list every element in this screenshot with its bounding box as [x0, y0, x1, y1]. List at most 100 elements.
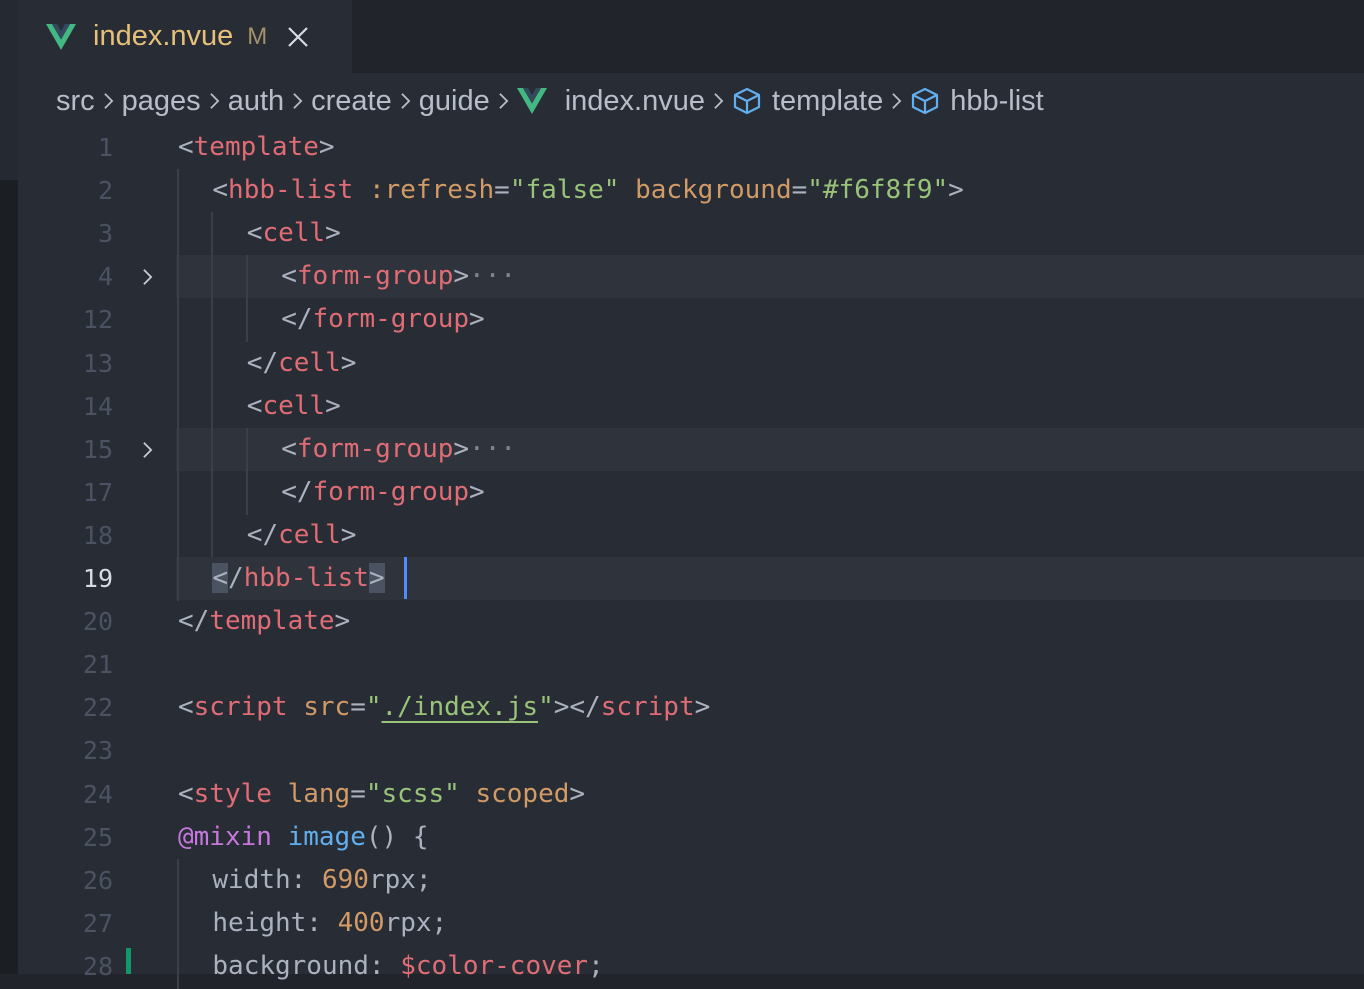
code-token: >	[368, 563, 385, 593]
code-token: cell	[278, 520, 341, 550]
line-number: 1	[97, 133, 113, 162]
code-token: 400	[337, 908, 385, 938]
code-line[interactable]: width: 690rpx;	[212, 859, 431, 902]
line-number: 22	[82, 693, 113, 722]
symbol-class-icon	[912, 87, 939, 115]
code-line[interactable]: <cell>	[247, 385, 341, 428]
line-number: 13	[82, 349, 113, 378]
breadcrumb-separator	[498, 92, 509, 110]
code-token: scoped	[475, 779, 570, 809]
code-line[interactable]: <form-group>···	[281, 428, 516, 471]
breadcrumb-item[interactable]: pages	[122, 85, 201, 118]
code-token: /	[228, 563, 244, 593]
line-number: 23	[82, 736, 113, 765]
indent-guide	[177, 255, 179, 299]
code-line[interactable]: </form-group>	[281, 471, 485, 514]
chevron-right-icon	[293, 93, 303, 109]
code-line[interactable]: </template>	[178, 600, 350, 643]
code-line[interactable]: background: $color-cover;	[212, 945, 603, 988]
code-token: =	[350, 779, 366, 809]
code-line[interactable]: <style lang="scss" scoped>	[178, 773, 585, 816]
code-token: >	[325, 391, 341, 421]
indent-guide	[211, 342, 214, 386]
code-token: height:	[212, 908, 338, 938]
code-line[interactable]: <cell>	[247, 212, 341, 255]
symbol-class-icon	[733, 87, 761, 115]
code-token: script	[193, 692, 288, 722]
code-token: >	[469, 477, 485, 507]
line-number: 3	[97, 219, 113, 248]
code-line[interactable]: </cell>	[247, 342, 357, 385]
code-line[interactable]: <template>	[178, 126, 335, 169]
code-token: "	[365, 692, 382, 722]
indent-guide	[211, 471, 214, 515]
chevron-right-icon	[143, 441, 153, 458]
breadcrumb-item[interactable]: create	[311, 85, 392, 118]
code-token: >	[340, 348, 357, 378]
text-cursor	[404, 557, 407, 599]
code-token: >	[325, 218, 341, 248]
code-token: cell	[262, 218, 326, 248]
chevron-right-icon	[892, 93, 902, 109]
fold-chevron-icon[interactable]	[142, 428, 160, 471]
indent-guide	[177, 212, 179, 256]
code-line[interactable]: <hbb-list :refresh="false" background="#…	[212, 169, 963, 212]
code-token: >	[569, 779, 586, 809]
breadcrumb-item[interactable]: hbb-list	[910, 85, 1044, 118]
code-line[interactable]: <script src="./index.js"></script>	[178, 686, 710, 729]
breadcrumb-item[interactable]: guide	[419, 85, 490, 118]
indent-guide	[245, 471, 248, 515]
breadcrumb-item[interactable]: src	[56, 85, 95, 118]
breadcrumb-item[interactable]: index.nvue	[516, 85, 705, 118]
editor-pane[interactable]: src pages auth create guide index.nvue templat…	[18, 73, 1364, 989]
code-line[interactable]: </cell>	[247, 514, 357, 557]
code-token: </	[281, 477, 313, 507]
code-line[interactable]: <form-group>···	[281, 255, 516, 298]
code-line[interactable]: @mixin image() {	[178, 816, 428, 859]
code-token: rpx;	[368, 865, 432, 895]
code-line[interactable]: </hbb-list>	[212, 557, 385, 600]
code-token: rpx;	[384, 908, 448, 938]
breadcrumb-label: src	[56, 84, 95, 117]
chevron-right-icon	[209, 93, 220, 109]
line-number: 21	[82, 650, 113, 679]
code-line[interactable]: </form-group>	[281, 298, 485, 341]
code-token: "scss"	[365, 779, 460, 809]
line-number: 25	[82, 823, 113, 852]
breadcrumb-item[interactable]: auth	[228, 85, 284, 118]
fold-chevron-icon[interactable]	[142, 255, 160, 298]
tab-filename: index.nvue	[93, 20, 234, 52]
breadcrumb-separator	[209, 92, 220, 110]
symbol-class-icon	[910, 86, 940, 116]
line-number: 15	[82, 435, 113, 464]
vue-icon	[46, 23, 76, 50]
line-number: 20	[82, 607, 113, 636]
indent-guide	[211, 212, 214, 256]
code-line[interactable]: height: 400rpx;	[212, 902, 447, 945]
code-token: <	[212, 175, 229, 205]
code-token: template	[209, 606, 335, 636]
indent-guide	[211, 428, 214, 472]
indent-guide	[177, 859, 179, 903]
indent-guide	[177, 557, 179, 601]
indent-guide	[245, 298, 248, 342]
editor-tab[interactable]: index.nvue M	[18, 0, 352, 73]
breadcrumb-item[interactable]: template	[732, 85, 883, 118]
breadcrumb-separator	[891, 92, 902, 110]
indent-guide	[177, 945, 179, 989]
code-token: </	[246, 520, 279, 550]
code-token: >	[340, 520, 357, 550]
code-token: ···	[469, 261, 517, 291]
line-number: 27	[82, 909, 113, 938]
chevron-right-icon	[143, 268, 153, 285]
indent-guide	[177, 342, 179, 386]
code-token: <	[246, 218, 263, 248]
breadcrumb-label: auth	[227, 84, 285, 117]
close-icon[interactable]	[287, 26, 309, 48]
code-token: </	[178, 606, 210, 636]
line-number: 18	[82, 521, 113, 550]
